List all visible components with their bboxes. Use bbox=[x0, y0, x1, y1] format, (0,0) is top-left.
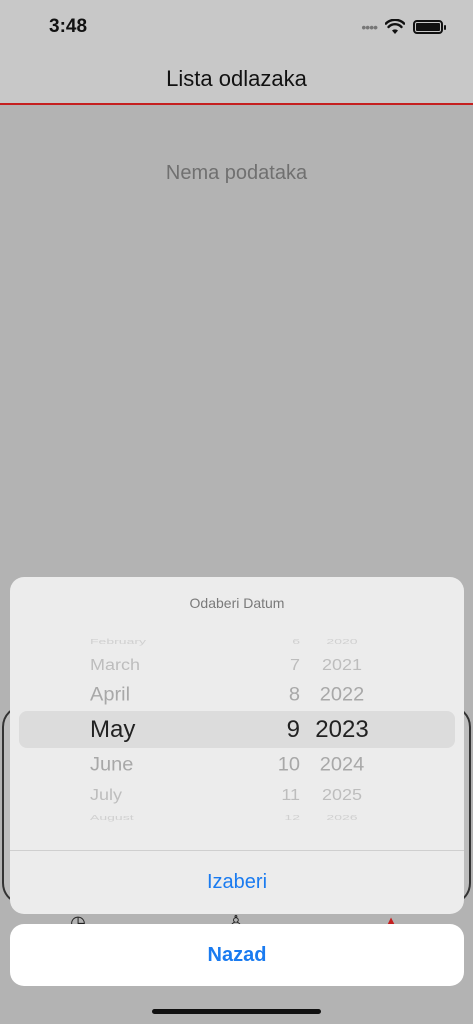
wifi-icon bbox=[385, 19, 405, 34]
picker-day: 6 bbox=[292, 636, 300, 646]
status-bar: 3:48 •••• bbox=[0, 0, 473, 54]
picker-month: March bbox=[90, 656, 141, 674]
picker-row[interactable]: August 12 2026 bbox=[10, 802, 464, 832]
picker-row[interactable]: March 7 2021 bbox=[10, 650, 464, 680]
picker-row[interactable]: April 8 2022 bbox=[10, 680, 464, 710]
status-time: 3:48 bbox=[49, 16, 88, 37]
picker-row[interactable]: June 10 2024 bbox=[10, 750, 464, 780]
picker-year: 2026 bbox=[326, 812, 358, 822]
status-icons: •••• bbox=[361, 19, 446, 35]
picker-year: 2022 bbox=[319, 684, 365, 706]
signal-dots-icon: •••• bbox=[361, 19, 378, 35]
battery-icon bbox=[413, 20, 446, 34]
picker-month: June bbox=[90, 754, 134, 776]
picker-month: August bbox=[90, 812, 134, 822]
empty-state-text: Nema podataka bbox=[165, 162, 308, 184]
page-title: Lista odlazaka bbox=[166, 66, 307, 91]
picker-month: May bbox=[90, 716, 136, 743]
picker-year: 2023 bbox=[315, 716, 369, 743]
picker-month: April bbox=[90, 684, 131, 706]
picker-month: February bbox=[90, 636, 147, 646]
home-indicator bbox=[152, 1009, 321, 1014]
picker-year: 2020 bbox=[326, 636, 358, 646]
date-picker[interactable]: February 6 2020 March 7 2021 April 8 2022 May 9 202… bbox=[10, 625, 464, 851]
picker-day: 8 bbox=[288, 684, 300, 706]
picker-year: 2024 bbox=[319, 754, 365, 776]
cancel-button[interactable]: Nazad bbox=[10, 924, 464, 986]
choose-button[interactable]: Izaberi bbox=[10, 851, 464, 914]
sheet-title: Odaberi Datum bbox=[189, 595, 285, 611]
nav-bar: Lista odlazaka bbox=[0, 54, 473, 105]
picker-day: 7 bbox=[289, 656, 300, 674]
picker-year: 2021 bbox=[321, 656, 363, 674]
picker-day: 10 bbox=[277, 754, 300, 776]
picker-day: 9 bbox=[286, 716, 300, 743]
date-picker-sheet: Odaberi Datum February 6 2020 March 7 2021 Apr… bbox=[10, 577, 464, 914]
picker-day: 12 bbox=[284, 812, 300, 822]
picker-row[interactable]: May 9 2023 bbox=[10, 715, 464, 745]
